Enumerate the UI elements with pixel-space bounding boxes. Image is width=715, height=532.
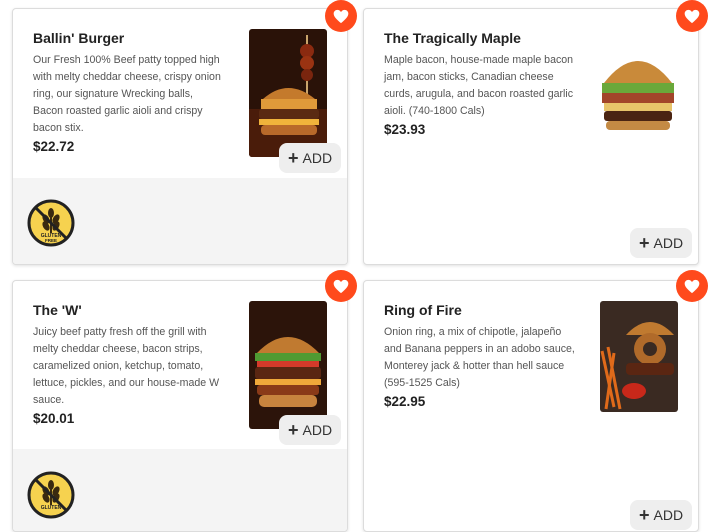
heart-icon — [684, 279, 700, 293]
add-button[interactable]: + ADD — [630, 500, 693, 530]
add-label: ADD — [302, 422, 333, 438]
gluten-free-badge: GLUTEN — [27, 471, 75, 519]
add-label: ADD — [302, 150, 333, 166]
plus-icon: + — [639, 505, 650, 525]
item-description: Maple bacon, house-made maple bacon jam,… — [384, 54, 574, 117]
item-image — [600, 301, 678, 412]
item-image — [249, 301, 327, 429]
item-title: The Tragically Maple — [384, 30, 521, 46]
add-button[interactable]: + ADD — [279, 143, 342, 173]
favorite-heart-button[interactable] — [325, 0, 357, 32]
badge-text-1: GLUTEN — [41, 505, 62, 511]
heart-icon — [333, 9, 349, 23]
item-description: Our Fresh 100% Beef patty topped high wi… — [33, 54, 221, 134]
add-button[interactable]: + ADD — [279, 415, 342, 445]
item-description: Onion ring, a mix of chipotle, jalapeño … — [384, 326, 575, 389]
plus-icon: + — [288, 148, 299, 168]
item-title: Ring of Fire — [384, 302, 462, 318]
menu-item-card[interactable]: Ring of Fire Onion ring, a mix of chipot… — [363, 280, 699, 532]
plus-icon: + — [288, 420, 299, 440]
item-image — [598, 39, 678, 131]
item-price: $20.01 — [33, 411, 75, 426]
menu-item-card[interactable]: Ballin' Burger Our Fresh 100% Beef patty… — [12, 8, 348, 265]
menu-item-card[interactable]: The 'W' Juicy beef patty fresh off the g… — [12, 280, 348, 532]
item-description: Juicy beef patty fresh off the grill wit… — [33, 326, 220, 406]
item-title: Ballin' Burger — [33, 30, 125, 46]
item-title: The 'W' — [33, 302, 82, 318]
item-price: $22.95 — [384, 394, 426, 409]
add-button[interactable]: + ADD — [630, 228, 693, 258]
menu-item-card[interactable]: The Tragically Maple Maple bacon, house-… — [363, 8, 699, 265]
favorite-heart-button[interactable] — [676, 270, 708, 302]
plus-icon: + — [639, 233, 650, 253]
add-label: ADD — [653, 507, 684, 523]
favorite-heart-button[interactable] — [676, 0, 708, 32]
gluten-free-badge: GLUTEN FREE — [27, 199, 75, 247]
item-price: $23.93 — [384, 122, 426, 137]
add-label: ADD — [653, 235, 684, 251]
heart-icon — [333, 279, 349, 293]
heart-icon — [684, 9, 700, 23]
favorite-heart-button[interactable] — [325, 270, 357, 302]
badge-text-2: FREE — [45, 238, 57, 243]
item-image — [249, 29, 327, 157]
item-price: $22.72 — [33, 139, 75, 154]
